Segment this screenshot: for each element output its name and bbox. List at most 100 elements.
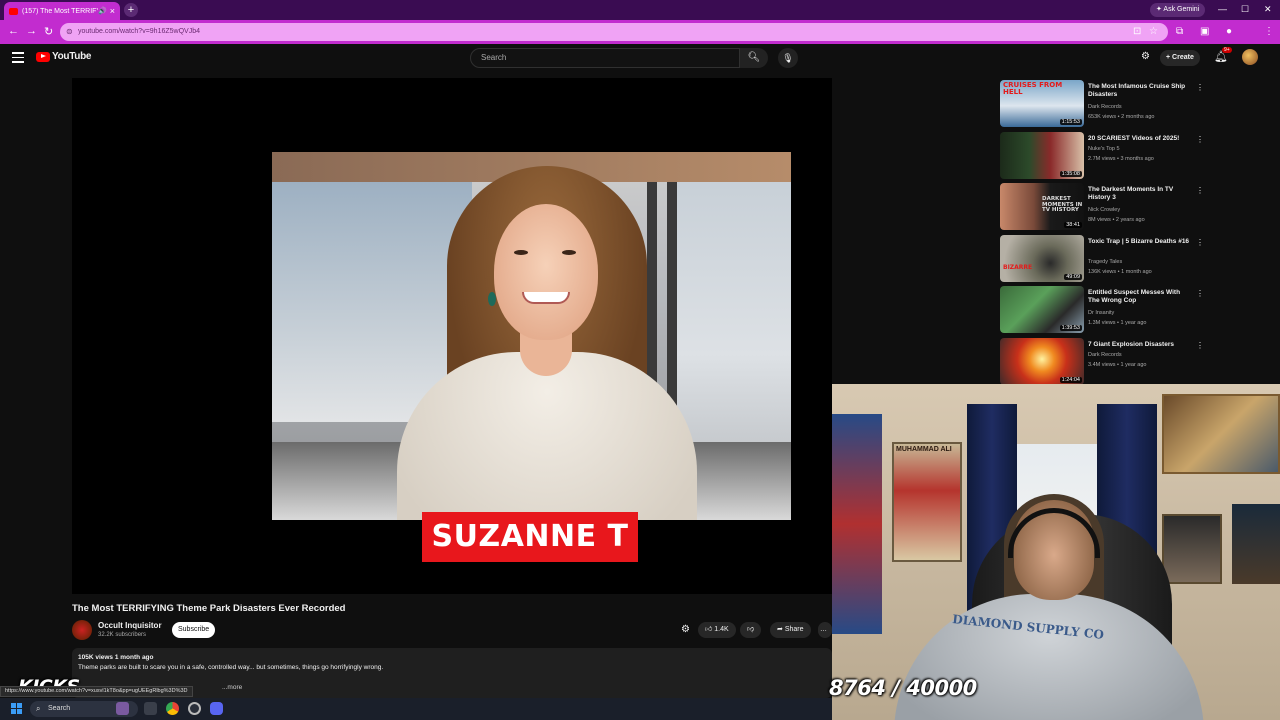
close-window-button[interactable]: ✕	[1264, 4, 1272, 15]
profile-icon[interactable]: ●	[1226, 26, 1232, 37]
task-view-icon[interactable]	[144, 702, 157, 715]
minimize-button[interactable]: —	[1218, 4, 1227, 14]
duration-badge: 1:15:53	[1059, 119, 1082, 125]
obs-icon[interactable]	[188, 702, 201, 715]
chrome-icon[interactable]	[166, 702, 179, 715]
search-input[interactable]: Search	[470, 48, 740, 68]
bookmark-star-icon[interactable]: ☆	[1149, 26, 1158, 37]
sub-goal-counter: 8764 / 40000	[829, 676, 977, 700]
rec-item[interactable]: DARKEST MOMENTS IN TV HISTORY 38:41 The …	[1000, 183, 1205, 235]
kebab-menu-icon[interactable]: ⋮	[1196, 289, 1204, 298]
rec-thumbnail[interactable]: BIZARRE 49:09	[1000, 234, 1084, 282]
dislike-button[interactable]: 👎︎	[740, 622, 762, 638]
more-actions-button[interactable]: …	[818, 622, 832, 638]
rec-title[interactable]: 7 Giant Explosion Disasters	[1088, 341, 1192, 349]
rec-item[interactable]: BIZARRE 49:09 Toxic Trap | 5 Bizarre Dea…	[1000, 234, 1205, 287]
rec-title[interactable]: The Most Infamous Cruise Ship Disasters	[1088, 83, 1192, 100]
video-title: The Most TERRIFYING Theme Park Disasters…	[72, 603, 346, 614]
browser-tab-active[interactable]: (157) The Most TERRIFYING 🔊 ×	[4, 2, 120, 20]
new-tab-button[interactable]: +	[124, 3, 138, 17]
poster-text: MUHAMMAD ALI	[896, 446, 952, 453]
widget-icon[interactable]	[116, 702, 129, 715]
rec-meta: 8M views • 2 years ago	[1088, 217, 1145, 223]
kebab-menu-icon[interactable]: ⋮	[1196, 135, 1204, 144]
rec-item[interactable]: 1:39:53 Entitled Suspect Messes With The…	[1000, 286, 1205, 338]
kebab-menu-icon[interactable]: ⋮	[1196, 238, 1204, 247]
rec-title[interactable]: The Darkest Moments In TV History 3	[1088, 186, 1192, 203]
gear-icon[interactable]: ⚙	[681, 624, 690, 635]
youtube-header: YouTube Search 🔍︎ 🎙︎ ⚙ + Create 🔔︎ 9+	[0, 44, 1280, 72]
site-info-icon[interactable]: ⊜	[66, 23, 73, 41]
rec-channel[interactable]: Nuke's Top 5	[1088, 146, 1120, 152]
webcam-overlay: MUHAMMAD ALI DIAMOND SUPPLY CO	[832, 384, 1280, 720]
tab-title: (157) The Most TERRIFYING	[22, 7, 98, 15]
url-text: youtube.com/watch?v=9h16Z5wQVJb4	[78, 28, 200, 35]
mic-icon: 🎙︎	[782, 53, 794, 63]
video-player[interactable]: SUZANNE T	[72, 78, 832, 594]
tab-close-icon[interactable]: ×	[110, 6, 115, 16]
ask-gemini-button[interactable]: ✦ Ask Gemini	[1150, 3, 1206, 17]
rec-channel[interactable]: Tragedy Tales	[1088, 259, 1122, 265]
search-button[interactable]: 🔍︎	[740, 48, 768, 68]
discord-icon[interactable]	[210, 702, 223, 715]
rec-channel[interactable]: Dark Records	[1088, 352, 1122, 358]
create-button[interactable]: + Create	[1160, 50, 1200, 66]
rec-thumbnail[interactable]: DARKEST MOMENTS IN TV HISTORY 38:41	[1000, 183, 1084, 230]
gear-icon[interactable]: ⚙	[1141, 51, 1150, 62]
kebab-menu-icon[interactable]: ⋮	[1196, 341, 1204, 350]
channel-name[interactable]: Occult Inquisitor	[98, 621, 162, 630]
rec-channel[interactable]: Nick Crowley	[1088, 207, 1120, 213]
subscribe-button[interactable]: Subscribe	[172, 622, 216, 638]
rec-title[interactable]: Toxic Trap | 5 Bizarre Deaths #16	[1088, 238, 1192, 246]
address-bar[interactable]: ⊜ youtube.com/watch?v=9h16Z5wQVJb4	[60, 23, 1168, 41]
channel-avatar[interactable]	[72, 620, 92, 640]
wall-picture	[1232, 504, 1280, 584]
woman-face	[494, 204, 598, 340]
search-icon: ⌕	[36, 704, 41, 713]
forward-icon[interactable]: →	[26, 25, 37, 37]
install-icon[interactable]: ⊡	[1133, 26, 1141, 37]
kebab-menu-icon[interactable]: ⋮	[1196, 186, 1204, 195]
recommendations-list: CRUISES FROM HELL 1:15:53 The Most Infam…	[1000, 80, 1205, 389]
share-button[interactable]: ➦ Share	[770, 622, 811, 638]
sidepanel-icon[interactable]: ▣	[1200, 26, 1209, 37]
rec-thumbnail[interactable]: 1:35:08	[1000, 131, 1084, 179]
rec-meta: 1.3M views • 1 year ago	[1088, 320, 1147, 326]
rec-item[interactable]: 1:24:04 7 Giant Explosion Disasters Dark…	[1000, 337, 1205, 390]
show-more-link[interactable]: ...more	[222, 684, 242, 691]
share-icon: ➦	[777, 626, 783, 633]
menu-icon[interactable]	[12, 52, 24, 66]
voice-search-button[interactable]: 🎙︎	[778, 48, 798, 68]
rec-item[interactable]: CRUISES FROM HELL 1:15:53 The Most Infam…	[1000, 80, 1205, 132]
duration-badge: 1:39:53	[1059, 325, 1082, 331]
rec-thumbnail[interactable]: 1:39:53	[1000, 286, 1084, 333]
rec-channel[interactable]: Dark Records	[1088, 104, 1122, 110]
duration-badge: 1:35:08	[1059, 170, 1082, 177]
kebab-menu-icon[interactable]: ⋮	[1196, 83, 1204, 92]
rec-meta: 3.4M views • 1 year ago	[1088, 361, 1147, 368]
video-frame	[272, 152, 791, 520]
thumbs-down-icon: 👎︎	[747, 626, 755, 633]
views-and-date: 105K views 1 month ago	[78, 654, 154, 661]
maximize-button[interactable]: ☐	[1241, 4, 1249, 15]
thumbs-up-icon: 👍︎	[705, 626, 713, 633]
wall-picture	[1162, 514, 1222, 584]
rec-title[interactable]: 20 SCARIEST Videos of 2025!	[1088, 135, 1192, 143]
account-avatar[interactable]	[1242, 49, 1258, 65]
windows-start-icon[interactable]	[11, 703, 22, 714]
browser-menu-icon[interactable]: ⋮	[1264, 26, 1274, 37]
rec-thumbnail[interactable]: 1:24:04	[1000, 337, 1084, 385]
like-button[interactable]: 👍︎ 1.4K	[698, 622, 736, 638]
rec-item[interactable]: 1:35:08 20 SCARIEST Videos of 2025! Nuke…	[1000, 131, 1205, 184]
extensions-icon[interactable]: ⧉	[1176, 26, 1183, 37]
subscriber-count: 32.2K subscribers	[98, 632, 147, 638]
youtube-logo[interactable]: YouTube	[36, 51, 92, 62]
earring	[488, 292, 496, 306]
back-icon[interactable]: ←	[8, 25, 19, 37]
rec-thumbnail[interactable]: CRUISES FROM HELL 1:15:53	[1000, 80, 1084, 127]
reload-icon[interactable]: ↻	[44, 25, 53, 38]
youtube-favicon-icon	[9, 7, 18, 15]
notification-count-badge: 9+	[1222, 47, 1232, 53]
rec-title[interactable]: Entitled Suspect Messes With The Wrong C…	[1088, 289, 1192, 306]
rec-channel[interactable]: Dr Insanity	[1088, 310, 1114, 316]
